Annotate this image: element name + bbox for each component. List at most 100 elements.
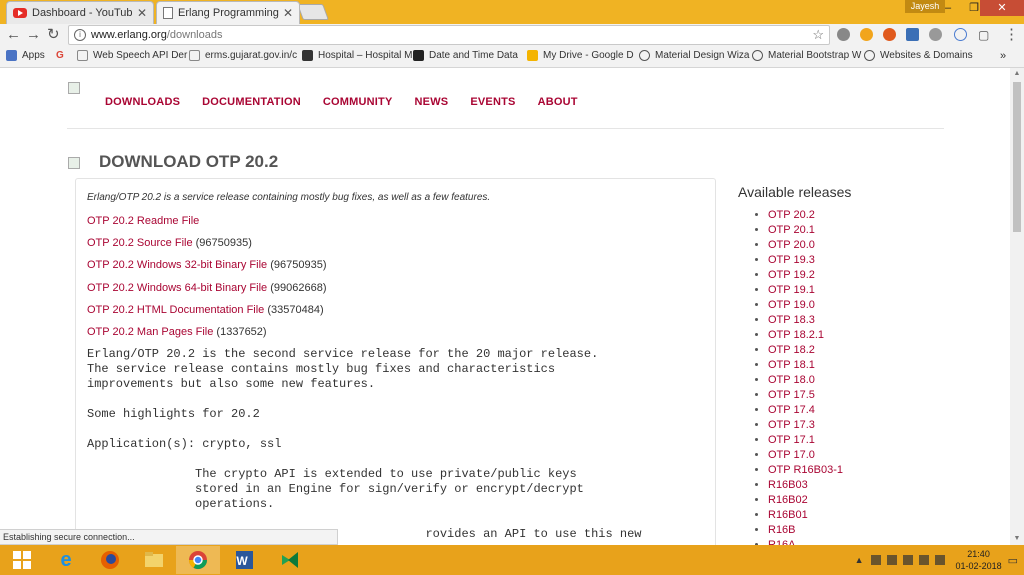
bookmark-star-icon[interactable]: ☆ bbox=[812, 26, 824, 44]
release-link[interactable]: OTP 19.3 bbox=[768, 254, 815, 266]
nav-events[interactable]: EVENTS bbox=[470, 96, 515, 108]
nav-about[interactable]: ABOUT bbox=[538, 96, 578, 108]
tray-overflow-icon[interactable]: ▲ bbox=[855, 555, 864, 565]
bookmark-item[interactable]: Material Design Wiza bbox=[639, 50, 749, 61]
release-link[interactable]: OTP 17.0 bbox=[768, 449, 815, 461]
notifications-icon[interactable]: ▭ bbox=[1008, 554, 1018, 567]
tab-erlang[interactable]: Erlang Programming Lan ✕ bbox=[156, 1, 300, 24]
release-link[interactable]: OTP 19.1 bbox=[768, 284, 815, 296]
scroll-up-icon[interactable]: ▲ bbox=[1010, 68, 1024, 80]
start-button[interactable] bbox=[0, 546, 44, 574]
bookmark-item[interactable]: Hospital – Hospital M bbox=[302, 50, 412, 61]
release-link[interactable]: OTP 18.2.1 bbox=[768, 329, 824, 341]
scrollbar-thumb[interactable] bbox=[1013, 82, 1021, 232]
bookmark-apps[interactable]: Apps bbox=[6, 50, 45, 61]
bookmarks-bar: Apps G Web Speech API Der erms.gujarat.g… bbox=[0, 46, 1024, 68]
taskbar-firefox[interactable] bbox=[88, 546, 132, 574]
release-item: OTP 18.2 bbox=[768, 343, 851, 358]
extension-icon[interactable] bbox=[906, 28, 919, 41]
release-link[interactable]: R16B02 bbox=[768, 494, 808, 506]
taskbar-internet-explorer[interactable]: e bbox=[44, 546, 88, 574]
tray-app-icon[interactable] bbox=[886, 555, 897, 565]
release-link[interactable]: OTP 19.0 bbox=[768, 299, 815, 311]
tray-app-icon[interactable] bbox=[870, 555, 881, 565]
close-icon[interactable]: ✕ bbox=[137, 6, 147, 20]
release-link[interactable]: OTP 20.2 bbox=[768, 209, 815, 221]
taskbar-chrome[interactable] bbox=[176, 546, 220, 574]
html-docs-link[interactable]: OTP 20.2 HTML Documentation File bbox=[87, 304, 264, 316]
release-link[interactable]: OTP 20.0 bbox=[768, 239, 815, 251]
forward-arrow-icon[interactable]: → bbox=[26, 26, 41, 44]
account-icon[interactable]: ▢ bbox=[978, 26, 989, 44]
release-link[interactable]: OTP 18.2 bbox=[768, 344, 815, 356]
release-link[interactable]: R16B01 bbox=[768, 509, 808, 521]
extension-icon[interactable] bbox=[929, 28, 942, 41]
release-link[interactable]: OTP 18.0 bbox=[768, 374, 815, 386]
youtube-icon bbox=[13, 8, 27, 18]
page-scrollbar[interactable]: ▲ ▼ bbox=[1010, 68, 1024, 545]
download-broken-image-icon bbox=[68, 157, 80, 169]
svg-text:W: W bbox=[236, 554, 248, 568]
google-icon[interactable]: G bbox=[56, 50, 64, 61]
address-bar[interactable]: i www.erlang.org/downloads ☆ bbox=[68, 25, 830, 45]
release-link[interactable]: OTP 17.1 bbox=[768, 434, 815, 446]
taskbar-visual-studio-code[interactable] bbox=[268, 546, 312, 574]
extension-icon[interactable] bbox=[860, 28, 873, 41]
bookmark-item[interactable]: Material Bootstrap W bbox=[752, 50, 861, 61]
nav-documentation[interactable]: DOCUMENTATION bbox=[202, 96, 301, 108]
taskbar-file-explorer[interactable] bbox=[132, 546, 176, 574]
cloud-icon[interactable] bbox=[954, 28, 967, 41]
win64-link[interactable]: OTP 20.2 Windows 64-bit Binary File bbox=[87, 282, 267, 294]
taskbar-word[interactable]: W bbox=[222, 546, 266, 574]
screen: Dashboard - YouTube ✕ Erlang Programming… bbox=[0, 0, 1024, 575]
release-link[interactable]: R16B bbox=[768, 524, 796, 536]
release-link[interactable]: OTP 17.4 bbox=[768, 404, 815, 416]
release-link[interactable]: OTP 18.1 bbox=[768, 359, 815, 371]
release-link[interactable]: OTP 17.5 bbox=[768, 389, 815, 401]
network-icon[interactable] bbox=[902, 555, 913, 565]
extension-icon[interactable] bbox=[883, 28, 896, 41]
bookmark-item[interactable]: My Drive - Google D bbox=[527, 50, 634, 61]
bookmarks-overflow-button[interactable]: » bbox=[1000, 50, 1006, 62]
new-tab-button[interactable] bbox=[297, 4, 329, 20]
minimize-button[interactable]: – bbox=[935, 0, 961, 16]
bookmark-item[interactable]: Date and Time Data bbox=[413, 50, 518, 61]
release-link[interactable]: OTP R16B03-1 bbox=[768, 464, 843, 476]
globe-icon bbox=[864, 50, 875, 61]
release-link[interactable]: R16B03 bbox=[768, 479, 808, 491]
release-link[interactable]: OTP 18.3 bbox=[768, 314, 815, 326]
release-link[interactable]: OTP 17.3 bbox=[768, 419, 815, 431]
menu-icon[interactable]: ⋮ bbox=[1004, 26, 1019, 44]
info-icon[interactable]: i bbox=[74, 29, 86, 41]
signal-icon[interactable] bbox=[918, 555, 929, 565]
nav-downloads[interactable]: DOWNLOADS bbox=[105, 96, 180, 108]
close-icon[interactable]: ✕ bbox=[283, 6, 293, 20]
bookmark-item[interactable]: erms.gujarat.gov.in/c bbox=[189, 50, 297, 61]
release-link[interactable]: OTP 20.1 bbox=[768, 224, 815, 236]
nav-news[interactable]: NEWS bbox=[415, 96, 449, 108]
close-window-button[interactable]: ✕ bbox=[980, 0, 1024, 16]
release-item: OTP 17.1 bbox=[768, 433, 851, 448]
release-item: OTP 20.2 bbox=[768, 208, 851, 223]
bookmark-item[interactable]: Web Speech API Der bbox=[77, 50, 187, 61]
volume-icon[interactable] bbox=[934, 555, 945, 565]
taskbar-clock[interactable]: 21:40 01-02-2018 bbox=[956, 548, 1002, 572]
readme-link[interactable]: OTP 20.2 Readme File bbox=[87, 215, 199, 227]
tab-youtube[interactable]: Dashboard - YouTube ✕ bbox=[6, 1, 154, 24]
m-logo-icon bbox=[413, 50, 424, 61]
source-link[interactable]: OTP 20.2 Source File bbox=[87, 237, 193, 249]
reload-icon[interactable]: ↻ bbox=[47, 26, 60, 44]
release-link[interactable]: OTP 19.2 bbox=[768, 269, 815, 281]
man-pages-link[interactable]: OTP 20.2 Man Pages File bbox=[87, 326, 213, 338]
code-editor-icon bbox=[282, 552, 298, 568]
bookmark-item[interactable]: Websites & Domains bbox=[864, 50, 973, 61]
nav-community[interactable]: COMMUNITY bbox=[323, 96, 393, 108]
back-arrow-icon[interactable]: ← bbox=[6, 26, 21, 44]
extension-icon[interactable] bbox=[837, 28, 850, 41]
url-text: www.erlang.org/downloads bbox=[91, 29, 223, 41]
release-intro: Erlang/OTP 20.2 is a service release con… bbox=[87, 192, 491, 203]
svg-text:e: e bbox=[60, 549, 71, 571]
scroll-down-icon[interactable]: ▼ bbox=[1010, 533, 1024, 545]
erlang-logo-broken-image-icon[interactable] bbox=[68, 82, 80, 94]
win32-link[interactable]: OTP 20.2 Windows 32-bit Binary File bbox=[87, 259, 267, 271]
